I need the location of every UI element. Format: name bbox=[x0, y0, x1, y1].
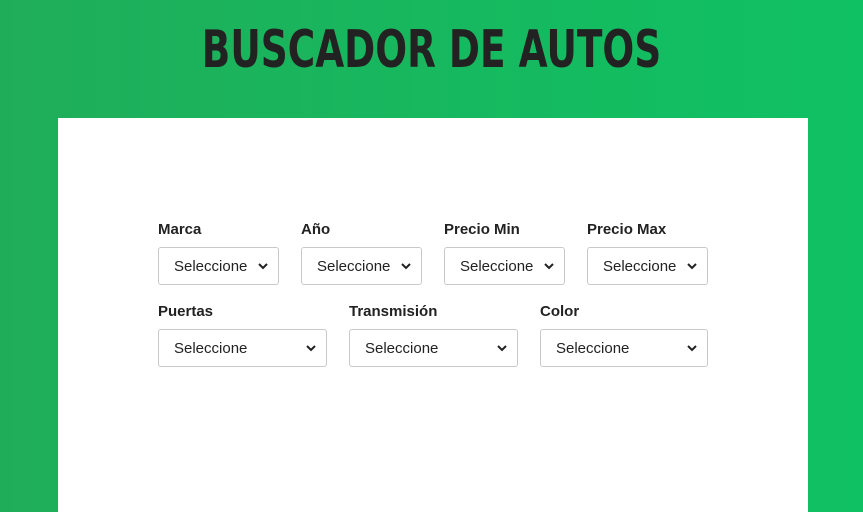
precio-min-select[interactable]: Seleccione bbox=[444, 247, 565, 285]
chevron-down-icon bbox=[687, 345, 697, 352]
marca-select[interactable]: Seleccione bbox=[158, 247, 279, 285]
chevron-down-icon bbox=[306, 345, 316, 352]
puertas-label: Puertas bbox=[158, 303, 214, 320]
precio-min-label: Precio Min bbox=[444, 221, 520, 238]
chevron-down-icon bbox=[497, 345, 507, 352]
precio-max-select-value: Seleccione bbox=[603, 257, 677, 275]
field-anio: Año Seleccione bbox=[301, 221, 422, 285]
anio-select-value: Seleccione bbox=[317, 257, 391, 275]
field-precio-min: Precio Min Seleccione bbox=[444, 221, 565, 285]
puertas-select[interactable]: Seleccione bbox=[158, 329, 327, 367]
page-title: BUSCADOR DE AUTOS bbox=[201, 20, 662, 80]
field-transmision: Transmisión Seleccione bbox=[349, 303, 518, 367]
anio-label: Año bbox=[301, 221, 331, 238]
search-form-card: Marca Seleccione Año Seleccione Precio M… bbox=[58, 118, 808, 512]
field-marca: Marca Seleccione bbox=[158, 221, 279, 285]
chevron-down-icon bbox=[544, 263, 554, 270]
color-select[interactable]: Seleccione bbox=[540, 329, 708, 367]
chevron-down-icon bbox=[687, 263, 697, 270]
precio-min-select-value: Seleccione bbox=[460, 257, 534, 275]
anio-select[interactable]: Seleccione bbox=[301, 247, 422, 285]
field-precio-max: Precio Max Seleccione bbox=[587, 221, 708, 285]
precio-max-label: Precio Max bbox=[587, 221, 667, 238]
field-puertas: Puertas Seleccione bbox=[158, 303, 327, 367]
filter-row-1: Marca Seleccione Año Seleccione Precio M… bbox=[158, 221, 708, 285]
chevron-down-icon bbox=[258, 263, 268, 270]
chevron-down-icon bbox=[401, 263, 411, 270]
color-select-value: Seleccione bbox=[556, 339, 630, 357]
transmision-label: Transmisión bbox=[349, 303, 438, 320]
transmision-select-value: Seleccione bbox=[365, 339, 439, 357]
transmision-select[interactable]: Seleccione bbox=[349, 329, 518, 367]
marca-label: Marca bbox=[158, 221, 202, 238]
field-color: Color Seleccione bbox=[540, 303, 708, 367]
precio-max-select[interactable]: Seleccione bbox=[587, 247, 708, 285]
color-label: Color bbox=[540, 303, 580, 320]
marca-select-value: Seleccione bbox=[174, 257, 248, 275]
filter-row-2: Puertas Seleccione Transmisión Seleccion… bbox=[158, 303, 708, 367]
puertas-select-value: Seleccione bbox=[174, 339, 248, 357]
